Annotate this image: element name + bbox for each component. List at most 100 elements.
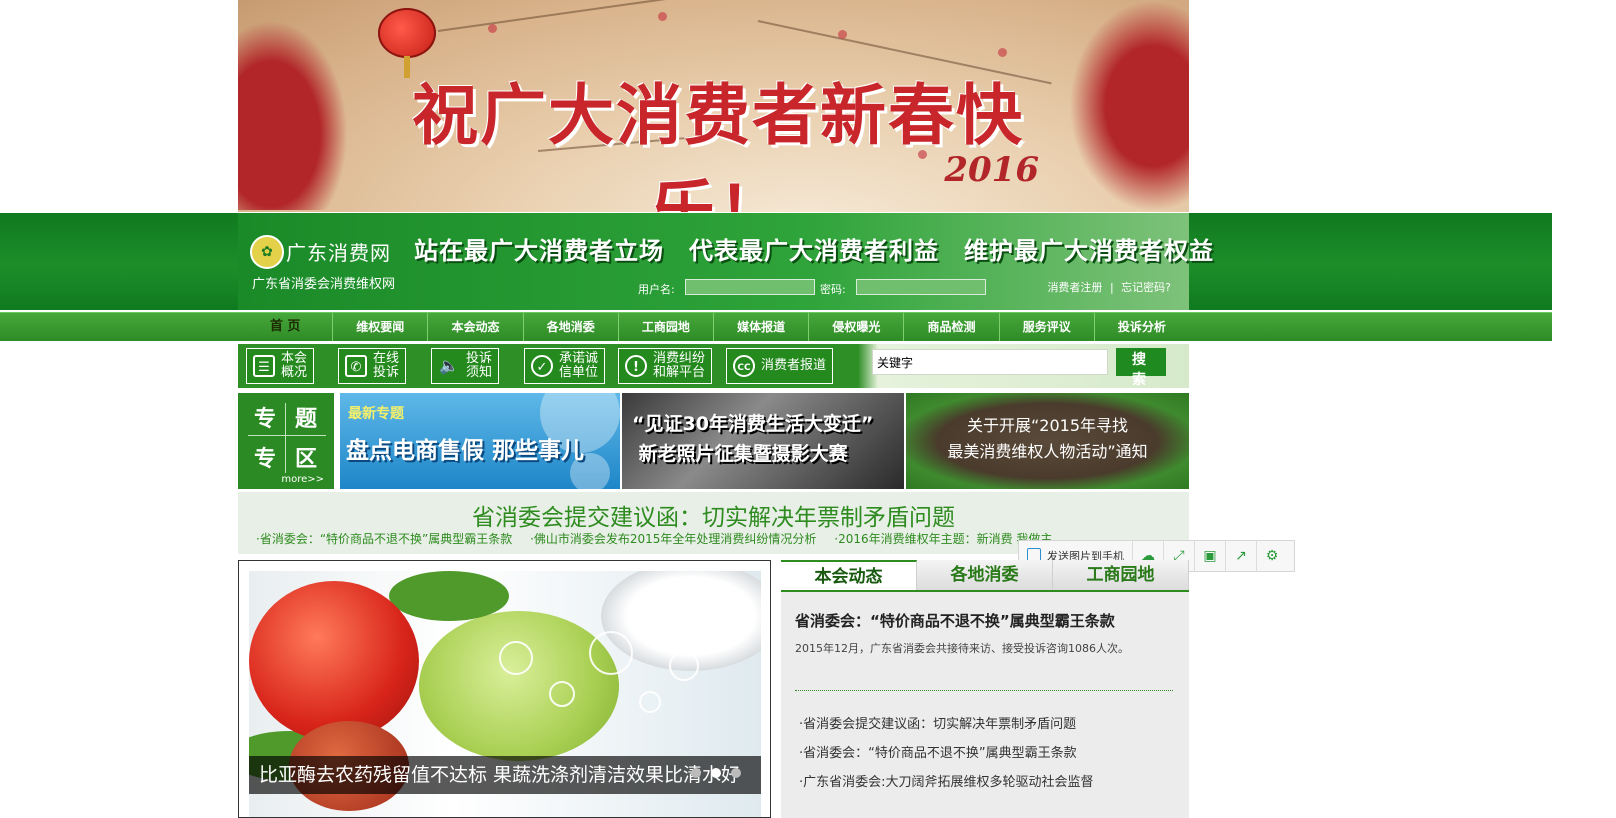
decor-lettuce: [389, 571, 509, 621]
news-tabs: 本会动态 各地消委 工商园地: [781, 560, 1189, 592]
decor-bubble: [499, 641, 533, 675]
quick-service-bar: ☰ 本会 概况 ✆ 在线 投诉 🔈 投诉 须知 ✓ 承诺诚 信单位 ! 消费纠纷…: [238, 344, 1189, 388]
decor-tomato: [249, 581, 419, 741]
topic-card-rights-figures[interactable]: 关于开展“2015年寻找 最美消费维权人物活动”通知: [906, 393, 1189, 489]
settings-icon[interactable]: ⚙: [1257, 541, 1287, 571]
document-icon: ☰: [253, 355, 275, 377]
topic-title: 盘点电商售假 那些事儿: [346, 438, 585, 464]
nav-item-service-review[interactable]: 服务评议: [1000, 313, 1095, 341]
slide-caption[interactable]: 比亚酶去农药残留值不达标 果蔬洗涤剂清洁效果比清水好: [249, 756, 761, 794]
plum-blossom: [998, 48, 1007, 57]
topic-card-ecommerce-fakes[interactable]: 最新专题 盘点电商售假 那些事儿: [340, 393, 620, 489]
topic-section: 专 题 专 区 more>> 最新专题 盘点电商售假 那些事儿 “见证30年消费…: [238, 393, 1189, 489]
divider: [248, 435, 326, 436]
nav-item-commerce[interactable]: 工商园地: [619, 313, 715, 341]
calligraphy-stroke-left: [238, 20, 348, 210]
username-input[interactable]: [685, 279, 815, 295]
topic-more-link[interactable]: more>>: [281, 474, 324, 485]
account-links: 消费者注册 | 忘记密码?: [1047, 279, 1171, 295]
decor-apple: [419, 611, 619, 761]
header-slogan: 站在最广大消费者立场 代表最广大消费者利益 维护最广大消费者权益: [414, 236, 1214, 265]
quick-button-label: 本会 概况: [281, 351, 308, 380]
headline-links: ·省消委会：“特价商品不退不换”属典型霸王条款 ·佛山市消委会发布2015年全年…: [256, 530, 1066, 547]
nav-item-media[interactable]: 媒体报道: [714, 313, 810, 341]
divider: [795, 690, 1173, 691]
tab-council-news[interactable]: 本会动态: [781, 560, 917, 590]
featured-news-title[interactable]: 省消委会：“特价商品不退不换”属典型霸王条款: [795, 610, 1115, 631]
plum-branch: [437, 0, 696, 32]
quick-button-label: 投诉 须知: [466, 351, 493, 380]
quick-button-trusted-units[interactable]: ✓ 承诺诚 信单位: [524, 348, 606, 384]
headline-link[interactable]: ·佛山市消委会发布2015年全年处理消费纠纷情况分析: [530, 532, 816, 546]
cc-reports-icon: CC: [733, 355, 755, 377]
quick-button-online-complaint[interactable]: ✆ 在线 投诉: [338, 348, 407, 384]
plum-blossom: [658, 12, 667, 21]
quick-button-consumer-reports[interactable]: CC 消费者报道: [726, 348, 834, 384]
site-subtitle: 广东省消委会消费维权网: [252, 277, 396, 292]
decor-bubble: [549, 681, 575, 707]
topic-label-char: 区: [295, 447, 318, 472]
check-icon: ✓: [531, 355, 553, 377]
nav-item-local-councils[interactable]: 各地消委: [524, 313, 619, 341]
alert-icon: !: [625, 355, 647, 377]
nav-item-council-news[interactable]: 本会动态: [428, 313, 524, 341]
news-list-item[interactable]: ·省消委会：“特价商品不退不换”属典型霸王条款: [799, 742, 1077, 761]
headline-title[interactable]: 省消委会提交建议函：切实解决年票制矛盾问题: [238, 498, 1189, 532]
register-link[interactable]: 消费者注册: [1047, 281, 1102, 294]
quick-button-label: 在线 投诉: [373, 351, 400, 380]
tab-commerce[interactable]: 工商园地: [1053, 560, 1189, 590]
quick-button-label: 消费纠纷 和解平台: [653, 351, 706, 380]
slide-dot[interactable]: [691, 768, 701, 778]
news-slideshow: 比亚酶去农药残留值不达标 果蔬洗涤剂清洁效果比清水好: [238, 560, 771, 818]
topic-zone-label: 专 题 专 区 more>>: [238, 393, 334, 489]
slide-dot[interactable]: [731, 768, 741, 778]
username-label: 用户名:: [638, 283, 675, 296]
news-list-item[interactable]: ·广东省消委会:大刀阔斧拓展维权多轮驱动社会监督: [799, 771, 1094, 790]
forgot-password-link[interactable]: 忘记密码?: [1121, 281, 1171, 294]
quick-button-complaint-guide[interactable]: 🔈 投诉 须知: [431, 348, 500, 384]
featured-news-summary: 2015年12月，广东省消委会共接待来访、接受投诉咨询1086人次。: [795, 642, 1129, 655]
slide-dot-active[interactable]: [711, 768, 721, 778]
search-button[interactable]: 搜 索: [1116, 348, 1166, 387]
password-input[interactable]: [856, 279, 986, 295]
main-nav: 首 页 维权要闻 本会动态 各地消委 工商园地 媒体报道 侵权曝光 商品检测 服…: [0, 312, 1552, 341]
nav-item-complaint-analysis[interactable]: 投诉分析: [1095, 313, 1189, 341]
lantern-icon: [378, 8, 436, 58]
nav-item-rights-news[interactable]: 维权要闻: [333, 313, 429, 341]
site-name[interactable]: 广东消费网: [286, 237, 391, 266]
decor-bubble: [669, 651, 699, 681]
topic-tag: 最新专题: [348, 406, 404, 422]
nav-item-product-testing[interactable]: 商品检测: [904, 313, 1000, 341]
tab-local-councils[interactable]: 各地消委: [917, 560, 1053, 590]
nav-item-exposure[interactable]: 侵权曝光: [809, 313, 905, 341]
search-input[interactable]: [872, 349, 1108, 375]
share-icon[interactable]: ↗: [1226, 541, 1257, 571]
topic-label-char: 专: [254, 407, 277, 432]
phone-icon: ✆: [345, 355, 367, 377]
quick-button-overview[interactable]: ☰ 本会 概况: [246, 348, 315, 384]
headline-link[interactable]: ·省消委会：“特价商品不退不换”属典型霸王条款: [256, 532, 512, 546]
news-panel: 本会动态 各地消委 工商园地 省消委会：“特价商品不退不换”属典型霸王条款 20…: [781, 560, 1189, 818]
divider: [285, 403, 286, 473]
main-nav-inner: 首 页 维权要闻 本会动态 各地消委 工商园地 媒体报道 侵权曝光 商品检测 服…: [238, 313, 1189, 341]
plum-blossom: [488, 24, 497, 33]
decor-bubble: [589, 631, 633, 675]
topic-label-char: 题: [295, 407, 318, 432]
header-inner: ✿ 广东消费网 广东省消委会消费维权网 站在最广大消费者立场 代表最广大消费者利…: [238, 213, 1213, 310]
nav-item-home[interactable]: 首 页: [238, 313, 334, 341]
news-list-item[interactable]: ·省消委会提交建议函：切实解决年票制矛盾问题: [799, 713, 1076, 732]
quick-button-dispute-platform[interactable]: ! 消费纠纷 和解平台: [618, 348, 713, 384]
decor-bubble: [639, 691, 661, 713]
quick-button-label: 消费者报道: [761, 358, 827, 373]
site-header: ✿ 广东消费网 广东省消委会消费维权网 站在最广大消费者立场 代表最广大消费者利…: [0, 213, 1552, 310]
topic-label-char: 专: [254, 447, 277, 472]
calligraphy-stroke-right: [1069, 0, 1189, 212]
topic-card-photo-contest[interactable]: “见证30年消费生活大变迁” 新老照片征集暨摄影大赛: [622, 393, 904, 489]
link-separator: |: [1109, 281, 1114, 294]
banner-year: 2016: [944, 150, 1039, 190]
site-logo-icon[interactable]: ✿: [250, 235, 284, 269]
save-icon[interactable]: ▣: [1195, 541, 1226, 571]
speaker-icon: 🔈: [439, 356, 459, 375]
password-label: 密码:: [820, 283, 846, 296]
festive-banner: 祝广大消费者新春快乐！ 2016: [238, 0, 1189, 212]
